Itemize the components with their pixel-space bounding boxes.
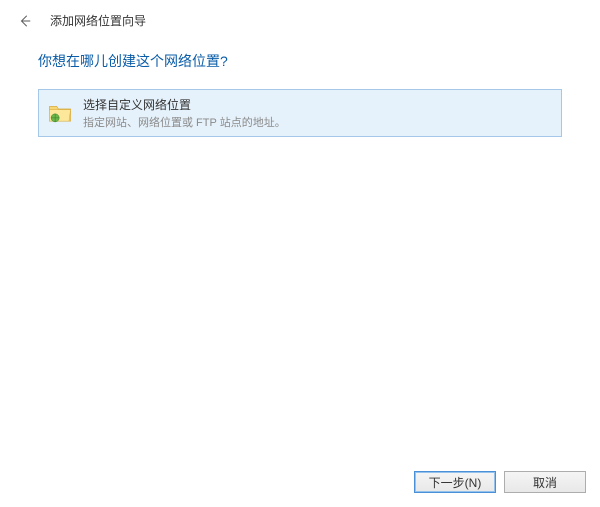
cancel-button[interactable]: 取消: [504, 471, 586, 493]
wizard-header: 添加网络位置向导: [0, 0, 600, 41]
wizard-content: 你想在哪儿创建这个网络位置? 选择自定义网络位置 指定网站、网络位置或 FTP …: [0, 41, 600, 137]
page-heading: 你想在哪儿创建这个网络位置?: [38, 51, 562, 71]
option-title: 选择自定义网络位置: [83, 96, 286, 113]
folder-icon: [47, 100, 73, 126]
back-button[interactable]: [18, 14, 32, 28]
option-description: 指定网站、网络位置或 FTP 站点的地址。: [83, 114, 286, 130]
window-title: 添加网络位置向导: [50, 12, 146, 29]
button-bar: 下一步(N) 取消: [414, 471, 586, 493]
next-button[interactable]: 下一步(N): [414, 471, 496, 493]
back-arrow-icon: [18, 14, 32, 28]
option-text: 选择自定义网络位置 指定网站、网络位置或 FTP 站点的地址。: [83, 96, 286, 130]
custom-location-option[interactable]: 选择自定义网络位置 指定网站、网络位置或 FTP 站点的地址。: [38, 89, 562, 137]
